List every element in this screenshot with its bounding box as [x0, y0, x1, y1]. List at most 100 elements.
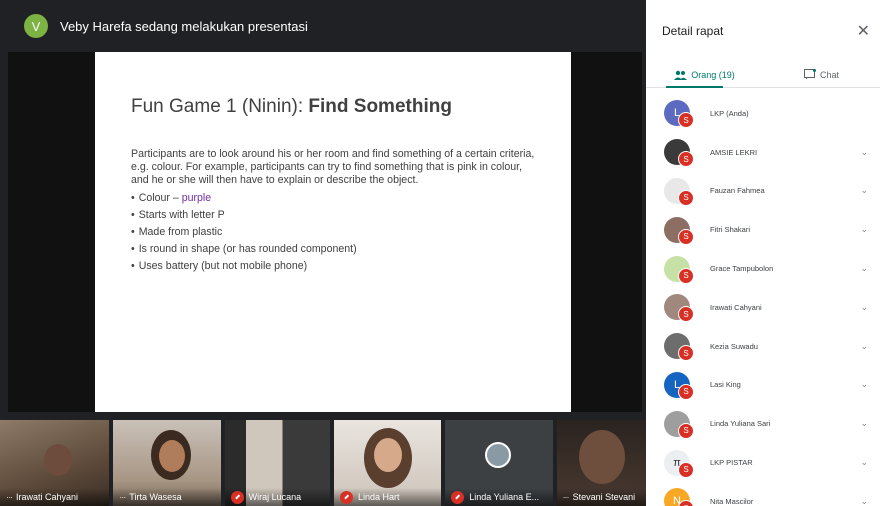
bullet-glyph: •: [131, 192, 135, 204]
tile-name: Irawati Cahyani: [16, 492, 79, 502]
avatar: NS: [664, 488, 694, 506]
chevron-down-icon[interactable]: ⌄: [860, 457, 868, 468]
avatar: S: [664, 216, 694, 245]
mic-off-icon: S: [678, 228, 694, 245]
avatar: πS: [664, 449, 694, 478]
chat-icon: [803, 69, 816, 80]
shared-screen[interactable]: Fun Game 1 (Ninin): Find Something Parti…: [8, 52, 642, 412]
chevron-down-icon[interactable]: ⌄: [860, 341, 868, 352]
tab-people[interactable]: Orang (19): [646, 62, 763, 88]
tile-label: ··· Stevani Stevani: [556, 488, 646, 506]
participant-row[interactable]: S Fauzan Fahmea ⌄: [646, 172, 880, 211]
participant-strip: ··· Irawati Cahyani ··· Tirta Wasesa Wiraj…: [0, 420, 646, 506]
bullet-text: Colour –: [138, 192, 182, 204]
bullet-text: Made from plastic: [138, 226, 223, 238]
bullet-glyph: •: [131, 209, 135, 221]
chevron-down-icon[interactable]: ⌄: [860, 263, 868, 274]
participant-row[interactable]: S AMSIE LEKRI ⌄: [646, 133, 880, 172]
chevron-down-icon[interactable]: ⌄: [860, 496, 868, 506]
tab-chat[interactable]: Chat: [763, 62, 880, 87]
tab-people-label: Orang (19): [691, 69, 735, 80]
participant-tile[interactable]: Linda Yuliana E...: [445, 420, 553, 506]
slide: Fun Game 1 (Ninin): Find Something Parti…: [95, 52, 571, 412]
participant-tile[interactable]: ··· Stevani Stevani: [556, 420, 646, 506]
participant-tile[interactable]: Wiraj Lucana: [224, 420, 330, 506]
participant-name: Linda Yuliana Sari: [710, 419, 771, 429]
mic-off-icon: S: [678, 151, 694, 168]
participant-row[interactable]: S Irawati Cahyani ⌄: [646, 288, 880, 327]
avatar: [485, 442, 512, 468]
participant-row[interactable]: NS Nita Mascilor ⌄: [646, 482, 880, 506]
participant-name: Fitri Shakari: [710, 225, 751, 235]
mic-off-icon: S: [678, 267, 694, 284]
avatar: LS: [664, 371, 694, 400]
slide-bullet: • Colour – purple: [131, 190, 539, 207]
avatar: S: [664, 139, 694, 168]
bullet-glyph: •: [131, 243, 135, 255]
presenter-avatar: V: [24, 14, 48, 38]
participant-row[interactable]: S Linda Yuliana Sari ⌄: [646, 404, 880, 443]
slide-bullet: • Made from plastic: [131, 224, 539, 241]
mic-off-icon: [451, 490, 465, 504]
chevron-down-icon[interactable]: ⌄: [860, 147, 868, 158]
mic-off-icon: S: [678, 189, 694, 206]
mic-off-icon: S: [678, 112, 694, 129]
tile-label: Linda Yuliana E...: [445, 488, 553, 506]
bullet-text: Uses battery (but not mobile phone): [138, 260, 308, 272]
participant-tile[interactable]: ··· Irawati Cahyani: [0, 420, 110, 506]
mic-off-icon: S: [678, 345, 694, 362]
participant-name: Kezia Suwadu: [710, 341, 758, 351]
tile-name: Wiraj Lucana: [248, 492, 302, 502]
slide-title: Fun Game 1 (Ninin): Find Something: [131, 96, 539, 118]
slide-bullet: • Is round in shape (or has rounded compo…: [131, 241, 539, 258]
participant-name: Nita Mascilor: [710, 496, 754, 506]
slide-title-plain: Fun Game 1 (Ninin):: [131, 96, 309, 117]
slide-bullet: • Starts with letter P: [131, 207, 539, 224]
bullet-text: Starts with letter P: [138, 209, 225, 221]
people-list: L S LKP (Anda) S AMSIE LEKRI ⌄ S Fauzan Fahmea ⌄…: [646, 88, 880, 506]
participant-name: LKP PISTAR: [710, 458, 753, 468]
bullet-glyph: •: [131, 260, 135, 272]
panel-title: Detail rapat: [662, 24, 724, 38]
bullet-text: Is round in shape (or has rounded compon…: [138, 243, 357, 255]
tile-label: Linda Hart: [333, 488, 442, 506]
participant-row[interactable]: L S Lasi King ⌄: [646, 366, 880, 405]
tile-name: Stevani Stevani: [572, 492, 636, 502]
participant-tile[interactable]: ··· Tirta Wasesa: [113, 420, 221, 506]
people-icon: [674, 70, 688, 80]
mic-off-icon: S: [678, 500, 694, 506]
participant-tile[interactable]: Linda Hart: [333, 420, 442, 506]
participant-name: Lasi King: [710, 380, 741, 390]
participant-row[interactable]: L S LKP (Anda): [646, 94, 880, 133]
video-face: [578, 430, 625, 484]
tile-label: ··· Irawati Cahyani: [0, 488, 110, 506]
participant-row[interactable]: S Fitri Shakari ⌄: [646, 210, 880, 249]
presentation-stage: V Veby Harefa sedang melakukan presentas…: [0, 0, 646, 506]
participant-row[interactable]: S Kezia Suwadu ⌄: [646, 327, 880, 366]
chevron-down-icon[interactable]: ⌄: [860, 379, 868, 390]
participant-name: Fauzan Fahmea: [710, 186, 765, 196]
tile-name: Linda Hart: [357, 492, 400, 502]
participant-name: AMSIE LEKRI: [710, 147, 758, 157]
mic-off-icon: [339, 490, 353, 504]
slide-body: Participants are to look around his or h…: [131, 148, 535, 186]
tab-chat-label: Chat: [819, 69, 839, 80]
slide-bullet: • Uses battery (but not mobile phone): [131, 258, 539, 275]
participant-row[interactable]: S Grace Tampubolon ⌄: [646, 249, 880, 288]
chevron-down-icon[interactable]: ⌄: [860, 302, 868, 313]
tile-name: Linda Yuliana E...: [469, 492, 540, 502]
chevron-down-icon[interactable]: ⌄: [860, 418, 868, 429]
participant-name: LKP (Anda): [710, 108, 749, 118]
mic-off-icon: S: [678, 461, 694, 478]
chevron-down-icon[interactable]: ⌄: [860, 224, 868, 235]
avatar: LS: [664, 100, 694, 129]
panel-tabs: Orang (19) Chat: [646, 62, 880, 88]
mic-off-icon: [230, 490, 244, 504]
avatar: S: [664, 255, 694, 284]
participant-name: Irawati Cahyani: [710, 302, 762, 312]
participant-row[interactable]: π S LKP PISTAR ⌄: [646, 443, 880, 482]
chevron-down-icon[interactable]: ⌄: [860, 185, 868, 196]
participant-name: Grace Tampubolon: [710, 264, 774, 274]
panel-header: Detail rapat ✕: [646, 0, 880, 62]
close-button[interactable]: ✕: [857, 21, 870, 41]
